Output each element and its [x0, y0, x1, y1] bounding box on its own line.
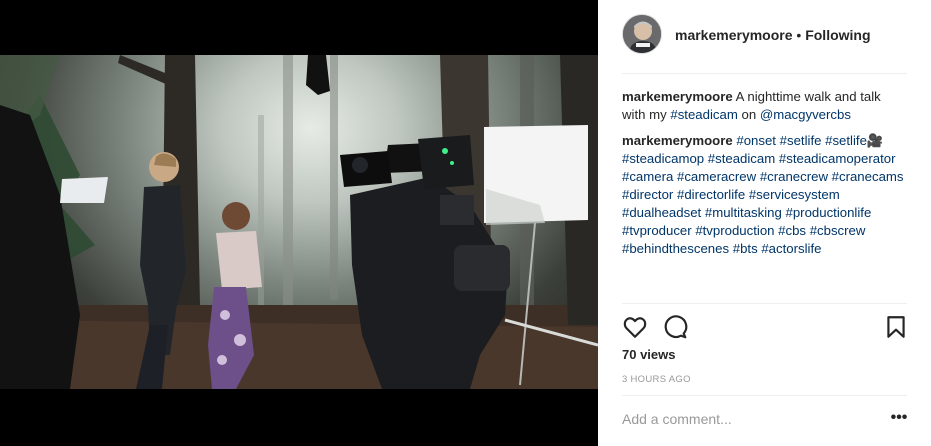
hashtag-cameracrew[interactable]: #cameracrew [677, 169, 756, 184]
comment-divider [622, 395, 907, 396]
hashtag-cranecams[interactable]: #cranecams [832, 169, 904, 184]
hashtag-dualheadset[interactable]: #dualheadset [622, 205, 701, 220]
hashtag-multitasking[interactable]: #multitasking [705, 205, 782, 220]
hashtag-comment-username[interactable]: markemerymoore [622, 133, 733, 148]
hashtag-steadicamop[interactable]: #steadicamop [622, 151, 704, 166]
post-author-username[interactable]: markemerymoore [675, 27, 793, 43]
caption-text-2: on [741, 107, 757, 122]
hashtag-behindthescenes[interactable]: #behindthescenes [622, 241, 729, 256]
hashtag-director[interactable]: #director [622, 187, 673, 202]
post-timestamp[interactable]: 3 HOURS AGO [622, 374, 691, 385]
hashtag-tvproduction[interactable]: #tvproduction [695, 223, 774, 238]
comment-icon[interactable] [662, 314, 688, 340]
hashtag-setlife[interactable]: #setlife [780, 133, 822, 148]
hashtag-steadicam[interactable]: #steadicam [708, 151, 775, 166]
hashtag-comment: markemerymoore #onset #setlife #setlife🎥… [622, 132, 907, 258]
hashtag-tvproducer[interactable]: #tvproducer [622, 223, 692, 238]
hashtag-actorslife[interactable]: #actorslife [761, 241, 821, 256]
avatar-image [623, 15, 661, 53]
bookmark-icon[interactable] [883, 314, 909, 340]
caption-hashtag-steadicam[interactable]: #steadicam [670, 107, 737, 122]
hashtag-setlife-2[interactable]: #setlife [825, 133, 867, 148]
header-separator: • [796, 27, 802, 43]
hashtag-cranecrew[interactable]: #cranecrew [760, 169, 828, 184]
following-button[interactable]: Following [805, 27, 870, 43]
hashtag-bts[interactable]: #bts [733, 241, 758, 256]
hashtag-steadicamoperator[interactable]: #steadicamoperator [779, 151, 896, 166]
caption-comment: markemerymoore A nighttime walk and talk… [622, 88, 907, 124]
heart-icon[interactable] [622, 314, 648, 340]
post-header: markemerymoore • Following [622, 14, 907, 74]
post-media [0, 0, 598, 446]
post-side-panel: markemerymoore • Following markemerymoor… [598, 0, 931, 446]
header-text: markemerymoore • Following [675, 27, 871, 43]
hashtag-cbscrew[interactable]: #cbscrew [810, 223, 866, 238]
post-caption-area: markemerymoore A nighttime walk and talk… [622, 88, 907, 266]
hashtag-camera[interactable]: #camera [622, 169, 673, 184]
user-avatar-icon[interactable] [622, 14, 662, 54]
more-options-icon[interactable]: ••• [890, 409, 908, 429]
views-count[interactable]: 70 views [622, 347, 676, 362]
add-comment-input[interactable] [622, 408, 882, 430]
hashtag-cbs[interactable]: #cbs [778, 223, 806, 238]
hashtag-directorlife[interactable]: #directorlife [677, 187, 745, 202]
post-video[interactable] [0, 55, 598, 389]
hashtag-servicesystem[interactable]: #servicesystem [749, 187, 840, 202]
video-frame-scene [0, 55, 598, 389]
hashtag-onset[interactable]: #onset [736, 133, 776, 148]
actions-divider [622, 303, 907, 304]
movie-camera-emoji-icon: 🎥 [866, 133, 884, 148]
action-bar [622, 314, 907, 340]
hashtag-productionlife[interactable]: #productionlife [786, 205, 872, 220]
caption-mention[interactable]: @macgyvercbs [760, 107, 851, 122]
caption-username[interactable]: markemerymoore [622, 89, 733, 104]
